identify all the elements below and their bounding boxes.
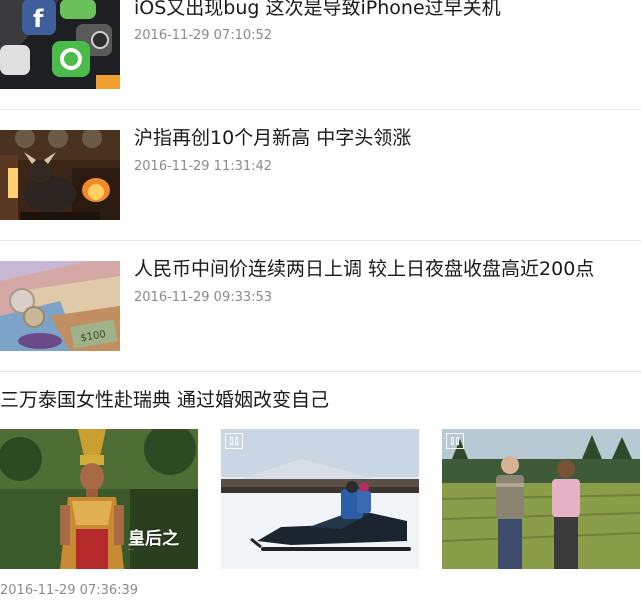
photo-watermark-logo xyxy=(225,433,243,449)
news-headline[interactable]: iOS又出现bug 这次是导致iPhone过早关机 xyxy=(134,0,501,19)
gallery-photo-2[interactable] xyxy=(221,429,419,569)
news-thumbnail[interactable]: $100 xyxy=(0,261,120,351)
banknotes-image: $100 xyxy=(0,261,120,351)
bull-statue-image xyxy=(0,130,120,220)
gallery-photo-1[interactable]: 皇后之 ... xyxy=(0,429,198,569)
gallery-headline[interactable]: 三万泰国女性赴瑞典 通过婚姻改变自己 xyxy=(0,389,329,411)
gallery-news-item[interactable]: 三万泰国女性赴瑞典 通过婚姻改变自己 皇后之 ... 2016-11-29 07… xyxy=(0,372,641,611)
news-timestamp: 2016-11-29 09:33:53 xyxy=(134,290,273,305)
news-item[interactable]: 沪指再创10个月新高 中字头领涨 2016-11-29 11:31:42 xyxy=(0,110,641,241)
news-timestamp: 2016-11-29 07:10:52 xyxy=(134,28,273,43)
news-thumbnail[interactable] xyxy=(0,130,120,220)
smartphone-apps-image: f xyxy=(0,0,120,89)
couple-in-field-photo xyxy=(442,429,640,569)
photo-caption-overlay: 皇后之 xyxy=(128,529,179,549)
photo-watermark-logo xyxy=(446,433,464,449)
news-headline[interactable]: 沪指再创10个月新高 中字头领涨 xyxy=(134,127,411,149)
news-item[interactable]: f iOS又出现bug 这次是导致iPhone过早关机 2016-11-29 0… xyxy=(0,0,641,110)
news-thumbnail[interactable]: f xyxy=(0,0,120,89)
svg-text:f: f xyxy=(33,5,44,33)
gallery-photo-3[interactable] xyxy=(442,429,640,569)
news-timestamp: 2016-11-29 11:31:42 xyxy=(134,159,273,174)
news-item[interactable]: $100 人民币中间价连续两日上调 较上日夜盘收盘高近200点 2016-11-… xyxy=(0,241,641,372)
gallery-timestamp: 2016-11-29 07:36:39 xyxy=(0,583,139,598)
snowmobile-photo xyxy=(221,429,419,569)
photo-subcaption-overlay: ... xyxy=(128,545,134,552)
news-headline[interactable]: 人民币中间价连续两日上调 较上日夜盘收盘高近200点 xyxy=(134,258,594,280)
